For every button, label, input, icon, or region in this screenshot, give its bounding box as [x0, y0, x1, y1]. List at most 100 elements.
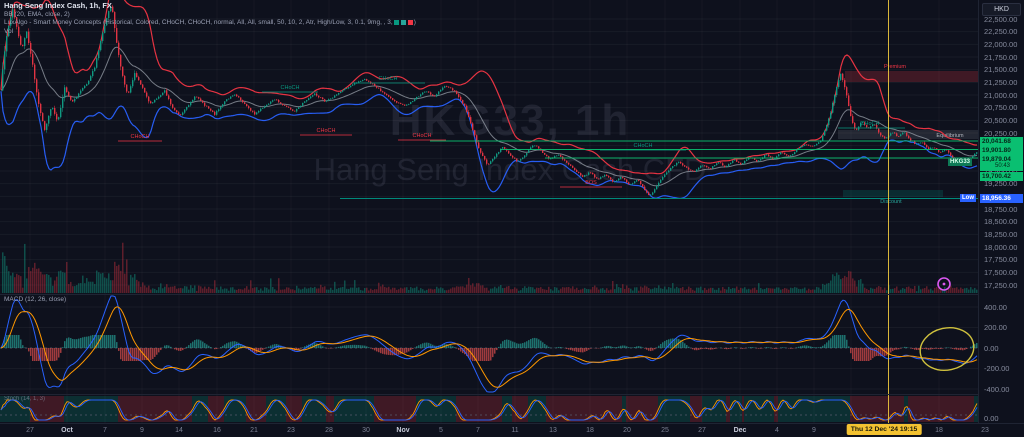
- macd-histogram-bar: [12, 335, 14, 348]
- macd-histogram-bar: [340, 346, 342, 348]
- symbol-legend[interactable]: Hang Seng Index Cash, 1h, FX: [4, 2, 416, 11]
- macd-histogram-bar: [48, 348, 50, 361]
- stoch-bg-stripe: [78, 396, 80, 422]
- candle: [188, 105, 189, 107]
- luxalgo-indicator-legend[interactable]: LuxAlgo - Smart Money Concepts (Historic…: [4, 19, 416, 28]
- macd-histogram-bar: [934, 348, 936, 349]
- stoch-bg-stripe: [794, 396, 796, 422]
- stoch-bg-stripe: [384, 396, 386, 422]
- volume-bar: [496, 288, 498, 293]
- macd-histogram-bar: [450, 345, 452, 348]
- macd-tick-label: 0.00: [984, 344, 999, 353]
- volume-bar: [514, 287, 516, 293]
- pane-separator[interactable]: [0, 394, 1024, 395]
- macd-histogram-bar: [842, 335, 844, 348]
- volume-bar: [648, 288, 650, 293]
- macd-histogram-bar: [852, 348, 854, 359]
- macd-histogram-bar: [400, 348, 402, 354]
- volume-bar: [180, 288, 182, 293]
- volume-bar: [216, 287, 218, 293]
- volume-bar: [594, 286, 596, 293]
- candle: [224, 101, 225, 104]
- candle: [408, 104, 409, 105]
- macd-histogram-bar: [750, 347, 752, 348]
- volume-bar: [726, 290, 728, 293]
- volume-bar: [272, 287, 274, 293]
- volume-bar: [366, 288, 368, 293]
- main-price-pane[interactable]: PremiumEquilibriumDiscountCHoCHCHoCHCHoC…: [0, 0, 978, 294]
- volume-bar: [338, 288, 340, 293]
- macd-histogram-bar: [624, 346, 626, 348]
- volume-bar: [34, 263, 36, 293]
- stoch-bg-stripe: [844, 396, 846, 422]
- stoch-bg-stripe: [280, 396, 282, 422]
- stoch-bg-stripe: [812, 396, 814, 422]
- macd-histogram-bar: [322, 346, 324, 348]
- candle: [806, 145, 807, 146]
- stoch-bg-stripe: [114, 396, 116, 422]
- candle: [842, 74, 843, 80]
- stoch-bg-stripe: [548, 396, 550, 422]
- macd-histogram-bar: [184, 348, 186, 349]
- candle: [650, 195, 651, 196]
- stoch-bg-stripe: [228, 396, 230, 422]
- macd-histogram-bar: [170, 347, 172, 348]
- volume-bar: [584, 288, 586, 293]
- stoch-bg-stripe: [558, 396, 560, 422]
- volume-bar: [808, 289, 810, 293]
- volume-indicator-legend[interactable]: Vol: [4, 28, 416, 37]
- volume-bar: [452, 287, 454, 293]
- macd-histogram-bar: [404, 348, 406, 353]
- volume-bar: [802, 289, 804, 293]
- stoch-bg-stripe: [572, 396, 574, 422]
- macd-histogram-bar: [568, 348, 570, 350]
- stoch-bg-stripe: [294, 396, 296, 422]
- level-price-label: 19,901.80: [980, 146, 1023, 155]
- volume-bar: [718, 288, 720, 293]
- stoch-pane[interactable]: [0, 394, 978, 423]
- candle: [454, 90, 455, 91]
- macd-histogram-bar: [42, 348, 44, 361]
- macd-histogram-bar: [830, 338, 832, 348]
- macd-histogram-bar: [10, 335, 12, 348]
- candle: [840, 74, 841, 80]
- candle: [142, 85, 143, 88]
- candle: [210, 109, 211, 111]
- macd-histogram-bar: [890, 348, 892, 352]
- macd-histogram-bar: [748, 347, 750, 348]
- macd-pane[interactable]: [0, 294, 978, 394]
- volume-bar: [416, 287, 418, 293]
- macd-histogram-bar: [714, 348, 716, 349]
- bb-indicator-legend[interactable]: BB (20, EMA, close, 2): [4, 11, 416, 20]
- volume-bar: [264, 287, 266, 293]
- candle: [848, 95, 849, 106]
- volume-bar: [596, 287, 598, 293]
- volume-bar: [612, 281, 614, 293]
- candle: [150, 101, 151, 103]
- candle: [32, 54, 33, 65]
- macd-indicator-legend[interactable]: MACD (12, 26, close): [4, 296, 66, 303]
- macd-histogram-bar: [364, 346, 366, 348]
- stoch-bg-stripe: [714, 396, 716, 422]
- macd-histogram-bar: [874, 348, 876, 357]
- candle: [266, 105, 267, 107]
- price-axis[interactable]: 22,500.0022,250.0022,000.0021,750.0021,5…: [978, 0, 1024, 423]
- candle: [584, 175, 585, 177]
- volume-bar: [532, 287, 534, 293]
- macd-histogram-bar: [898, 348, 900, 349]
- macd-histogram-bar: [730, 348, 732, 349]
- volume-bar: [266, 288, 268, 293]
- stoch-bg-stripe: [282, 396, 284, 422]
- volume-bar: [36, 269, 38, 293]
- stoch-bg-stripe: [954, 396, 956, 422]
- candle: [24, 38, 25, 46]
- currency-badge[interactable]: HKD: [982, 3, 1021, 16]
- candle: [586, 175, 587, 176]
- stoch-indicator-legend[interactable]: Stoch (14, 1, 3): [4, 396, 45, 402]
- pane-separator[interactable]: [0, 294, 1024, 295]
- volume-bar: [570, 288, 572, 293]
- volume-bar: [98, 272, 100, 293]
- volume-bar: [586, 289, 588, 293]
- stoch-bg-stripe: [398, 396, 400, 422]
- stoch-bg-stripe: [604, 396, 606, 422]
